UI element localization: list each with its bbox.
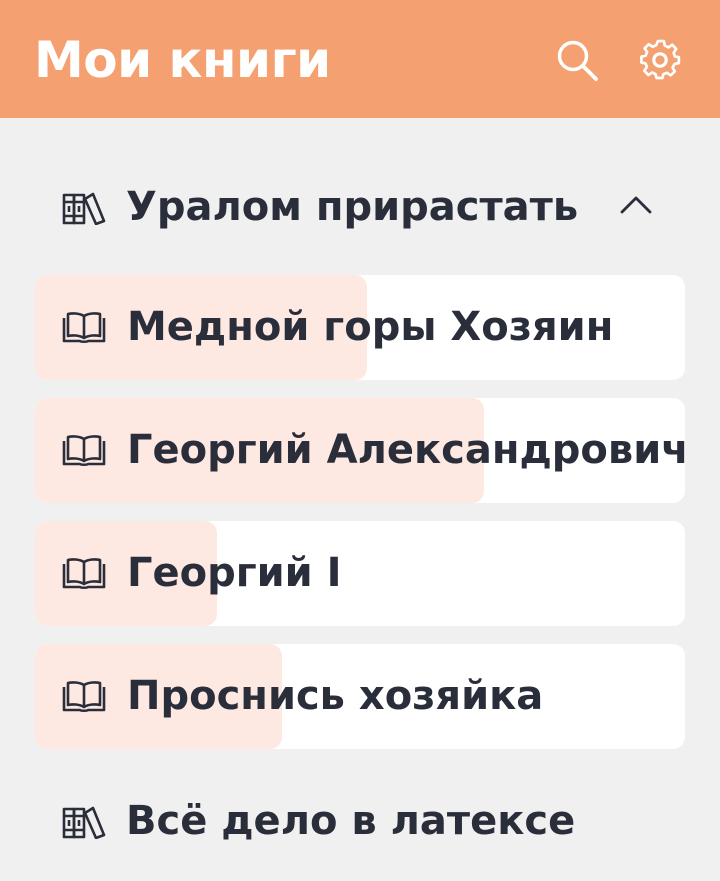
search-icon bbox=[557, 40, 598, 81]
group-label: Уралом прирастать bbox=[126, 184, 579, 230]
book-title: Георгий I bbox=[127, 550, 342, 596]
group-header-latex[interactable]: Всё дело в латексе bbox=[0, 774, 720, 864]
bookshelf-icon bbox=[62, 806, 106, 839]
open-book-icon bbox=[62, 435, 106, 467]
book-title: Проснись хозяйка bbox=[127, 673, 544, 719]
book-card[interactable]: Георгий I bbox=[35, 521, 685, 626]
book-title: Георгий Александрович bbox=[127, 427, 685, 473]
group-label: Всё дело в латексе bbox=[126, 798, 576, 844]
settings-button[interactable] bbox=[637, 37, 683, 83]
book-card[interactable]: Медной горы Хозяин bbox=[35, 275, 685, 380]
group-header-uralom[interactable]: Уралом прирастать bbox=[0, 160, 720, 250]
search-button[interactable] bbox=[554, 37, 600, 83]
book-card[interactable]: Проснись хозяйка bbox=[35, 644, 685, 749]
app-header: Мои книги bbox=[0, 0, 720, 118]
book-title: Медной горы Хозяин bbox=[127, 304, 614, 350]
gear-icon bbox=[640, 39, 681, 80]
open-book-icon bbox=[62, 558, 106, 590]
open-book-icon bbox=[62, 681, 106, 713]
chevron-up-icon[interactable] bbox=[618, 190, 654, 218]
bookshelf-icon bbox=[62, 192, 106, 225]
page-title: Мои книги bbox=[34, 31, 331, 89]
open-book-icon bbox=[62, 312, 106, 344]
book-card[interactable]: Георгий Александрович bbox=[35, 398, 685, 503]
